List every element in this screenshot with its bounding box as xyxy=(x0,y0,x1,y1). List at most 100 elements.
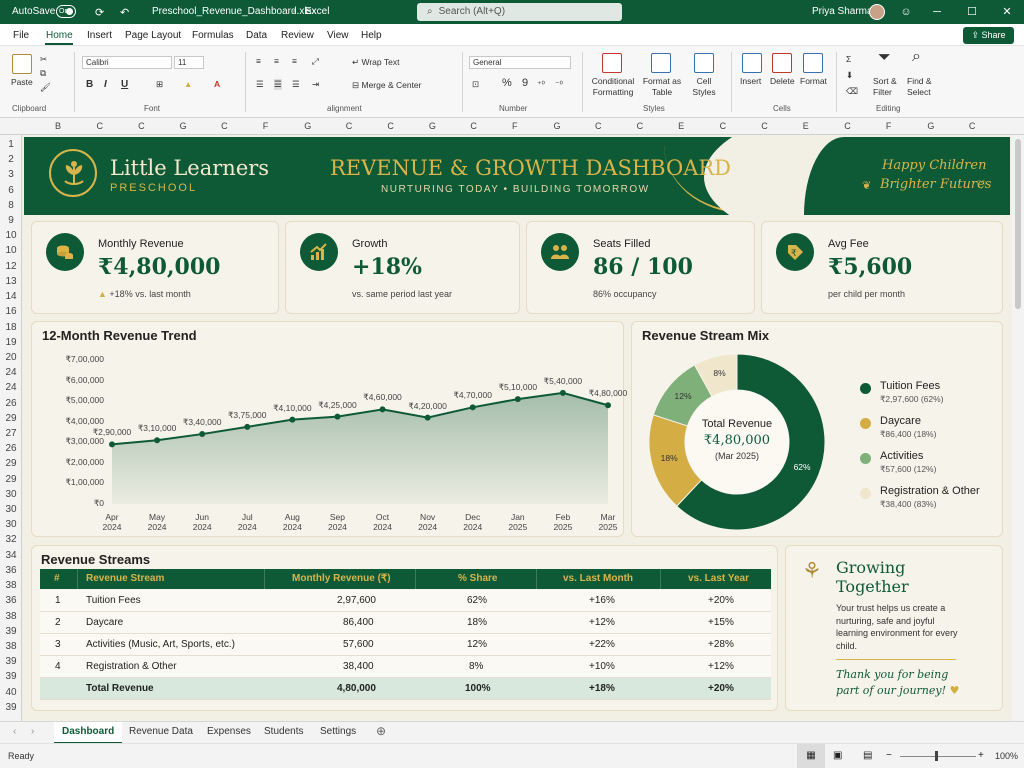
format-as-table-button[interactable]: Format as Table xyxy=(641,76,683,98)
page-layout-view-icon[interactable]: ▣ xyxy=(833,750,842,761)
row-header-cell[interactable]: 1 xyxy=(0,139,22,150)
trend-point[interactable] xyxy=(199,431,206,438)
sort-filter-icon[interactable]: ⏷ xyxy=(878,50,891,66)
trend-point[interactable] xyxy=(559,389,566,396)
trend-point[interactable] xyxy=(469,404,476,411)
conditional-formatting-icon[interactable] xyxy=(602,53,622,73)
zoom-in-icon[interactable]: + xyxy=(978,750,984,761)
table-total-row[interactable]: Total Revenue 4,80,000 100% +18% +20% xyxy=(40,678,771,700)
cut-icon[interactable]: ✂ xyxy=(40,54,47,65)
row-header-cell[interactable]: 39 xyxy=(0,702,22,713)
clear-icon[interactable]: ⌫ xyxy=(846,86,858,97)
wrap-text-button[interactable]: ↵ Wrap Text xyxy=(352,57,399,68)
paste-button[interactable]: Paste xyxy=(11,77,33,88)
row-header-cell[interactable]: 24 xyxy=(0,367,22,378)
row-header-cell[interactable]: 36 xyxy=(0,565,22,576)
prev-sheet-icon[interactable]: ‹ xyxy=(13,726,16,737)
row-header-cell[interactable]: 14 xyxy=(0,291,22,302)
tab-home[interactable]: Home xyxy=(46,30,73,41)
column-header-cell[interactable]: C xyxy=(637,121,644,131)
row-header-cell[interactable]: 19 xyxy=(0,337,22,348)
decrease-decimal-icon[interactable]: ⁻⁰ xyxy=(555,79,563,90)
sheet-tab-revenue-data[interactable]: Revenue Data xyxy=(129,726,193,737)
font-name-select[interactable]: Calibri xyxy=(82,56,172,69)
find-select-button[interactable]: Find & Select xyxy=(907,76,932,98)
column-header-cell[interactable]: C xyxy=(761,121,768,131)
row-header-cell[interactable]: 30 xyxy=(0,504,22,515)
row-header-cell[interactable]: 32 xyxy=(0,534,22,545)
currency-icon[interactable]: ⊡ xyxy=(472,79,479,90)
column-header-cell[interactable]: F xyxy=(263,121,269,131)
avatar[interactable] xyxy=(869,4,885,20)
sort-filter-button[interactable]: Sort & Filter xyxy=(873,76,897,98)
insert-cells-button[interactable]: Insert xyxy=(740,76,761,87)
column-header-cell[interactable]: C xyxy=(844,121,851,131)
format-as-table-icon[interactable] xyxy=(651,53,671,73)
align-right-icon[interactable]: ☰ xyxy=(292,79,300,90)
row-header-cell[interactable]: 34 xyxy=(0,550,22,561)
column-header-cell[interactable]: F xyxy=(512,121,518,131)
table-row[interactable]: 1 Tuition Fees 2,97,600 62% +16% +20% xyxy=(40,590,771,612)
column-header-cell[interactable]: G xyxy=(927,121,934,131)
column-header-cell[interactable]: E xyxy=(803,121,809,131)
close-icon[interactable]: ✕ xyxy=(999,4,1015,20)
tab-help[interactable]: Help xyxy=(361,30,382,41)
row-header-cell[interactable]: 40 xyxy=(0,687,22,698)
column-header-cell[interactable]: G xyxy=(180,121,187,131)
trend-point[interactable] xyxy=(605,402,611,409)
row-header-cell[interactable]: 36 xyxy=(0,595,22,606)
number-format-select[interactable]: General xyxy=(469,56,571,69)
row-header-cell[interactable]: 38 xyxy=(0,611,22,622)
row-header-cell[interactable]: 39 xyxy=(0,671,22,682)
trend-point[interactable] xyxy=(154,437,161,444)
share-button[interactable]: ⇪ Share xyxy=(963,27,1014,44)
row-header-cell[interactable]: 24 xyxy=(0,382,22,393)
align-top-icon[interactable]: ≡ xyxy=(256,56,261,67)
trend-point[interactable] xyxy=(424,414,431,421)
trend-point[interactable] xyxy=(379,406,386,413)
column-header-cell[interactable]: C xyxy=(595,121,602,131)
column-header-cell[interactable]: C xyxy=(221,121,228,131)
tab-view[interactable]: View xyxy=(327,30,349,41)
row-header-cell[interactable]: 39 xyxy=(0,626,22,637)
tab-formulas[interactable]: Formulas xyxy=(192,30,234,41)
bold-button[interactable]: B xyxy=(86,79,93,90)
sheet-tab-dashboard[interactable]: Dashboard xyxy=(54,722,123,744)
table-row[interactable]: 4 Registration & Other 38,400 8% +10% +1… xyxy=(40,656,771,678)
tab-review[interactable]: Review xyxy=(281,30,314,41)
find-icon[interactable]: ⌕ xyxy=(912,49,921,65)
row-header-cell[interactable]: 20 xyxy=(0,352,22,363)
row-header-cell[interactable]: 27 xyxy=(0,428,22,439)
row-header-cell[interactable]: 2 xyxy=(0,154,22,165)
next-sheet-icon[interactable]: › xyxy=(31,726,34,737)
zoom-out-icon[interactable]: − xyxy=(886,750,892,761)
column-header-cell[interactable]: F xyxy=(886,121,892,131)
tab-file[interactable]: File xyxy=(13,30,29,41)
row-header-cell[interactable]: 13 xyxy=(0,276,22,287)
row-header-cell[interactable]: 9 xyxy=(0,215,22,226)
zoom-slider[interactable] xyxy=(900,756,976,757)
fill-color-icon[interactable]: ▲ xyxy=(184,79,192,90)
percent-button[interactable]: % xyxy=(502,78,512,89)
trend-point[interactable] xyxy=(244,423,251,430)
tab-data[interactable]: Data xyxy=(246,30,267,41)
row-header-cell[interactable]: 8 xyxy=(0,200,22,211)
row-header-cell[interactable]: 10 xyxy=(0,230,22,241)
format-cells-button[interactable]: Format xyxy=(800,76,827,87)
align-left-icon[interactable]: ☰ xyxy=(256,79,264,90)
minimize-icon[interactable]: ─ xyxy=(929,4,945,20)
underline-button[interactable]: U xyxy=(121,79,128,90)
row-header-cell[interactable]: 16 xyxy=(0,306,22,317)
maximize-icon[interactable]: ☐ xyxy=(964,4,980,20)
row-header-cell[interactable]: 12 xyxy=(0,261,22,272)
align-center-icon[interactable]: ☰ xyxy=(274,79,282,90)
column-header-cell[interactable]: B xyxy=(55,121,61,131)
column-header-cell[interactable]: C xyxy=(470,121,477,131)
font-size-select[interactable]: 11 xyxy=(174,56,204,69)
row-header-cell[interactable]: 39 xyxy=(0,656,22,667)
column-header-cell[interactable]: G xyxy=(553,121,560,131)
tab-insert[interactable]: Insert xyxy=(87,30,112,41)
increase-decimal-icon[interactable]: ⁺⁰ xyxy=(537,79,545,90)
column-header-cell[interactable]: C xyxy=(969,121,976,131)
trend-point[interactable] xyxy=(109,441,115,448)
